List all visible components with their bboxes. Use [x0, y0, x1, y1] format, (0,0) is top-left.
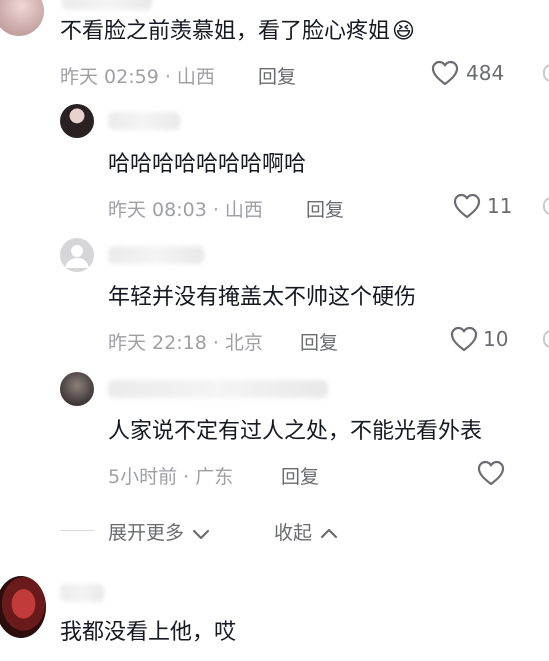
default-user-icon	[65, 245, 89, 268]
like-count: 484	[466, 61, 505, 85]
reply-meta: 昨天 08:03 · 山西	[108, 199, 263, 221]
heart-icon[interactable]	[453, 193, 481, 219]
reply-meta: 昨天 22:18 · 北京	[108, 332, 263, 354]
reply-text: 人家说不定有过人之处，不能光看外表	[108, 419, 483, 444]
username-blurred[interactable]	[62, 0, 152, 10]
avatar[interactable]	[60, 104, 94, 138]
expand-more-button[interactable]: 展开更多	[108, 518, 210, 545]
reply-button[interactable]: 回复	[300, 328, 338, 355]
reply-text: 哈哈哈哈哈哈哈啊哈	[108, 152, 307, 177]
like-count: 10	[483, 327, 509, 351]
like-count: 11	[487, 194, 513, 218]
comment-meta: 昨天 02:59 · 山西	[60, 66, 215, 88]
comment-text: 我都没看上他，哎	[60, 620, 237, 645]
username-blurred[interactable]	[108, 246, 204, 264]
heart-icon[interactable]	[477, 460, 505, 486]
chevron-up-icon	[320, 528, 338, 538]
heart-icon[interactable]	[450, 326, 478, 352]
thread-divider	[60, 530, 94, 531]
reply-button[interactable]: 回复	[258, 62, 296, 89]
grin-emoji-icon: 😆	[392, 19, 415, 44]
edge-handle	[543, 64, 549, 82]
username-blurred[interactable]	[108, 112, 180, 130]
collapse-button[interactable]: 收起	[274, 518, 338, 545]
chevron-down-icon	[192, 529, 210, 539]
avatar[interactable]	[0, 0, 44, 36]
username-blurred[interactable]	[60, 584, 104, 602]
avatar[interactable]	[60, 372, 94, 406]
username-blurred[interactable]	[108, 380, 328, 398]
reply-button[interactable]: 回复	[281, 462, 319, 489]
heart-icon[interactable]	[431, 60, 459, 86]
reply-text: 年轻并没有掩盖太不帅这个硬伤	[108, 285, 417, 310]
reply-button[interactable]: 回复	[306, 195, 344, 222]
avatar[interactable]	[0, 576, 46, 638]
reply-meta: 5小时前 · 广东	[108, 466, 234, 488]
avatar[interactable]	[60, 238, 94, 272]
edge-handle	[543, 197, 549, 215]
edge-handle	[543, 330, 549, 348]
comment-text: 不看脸之前羡慕姐，看了脸心疼姐😆	[60, 19, 415, 44]
